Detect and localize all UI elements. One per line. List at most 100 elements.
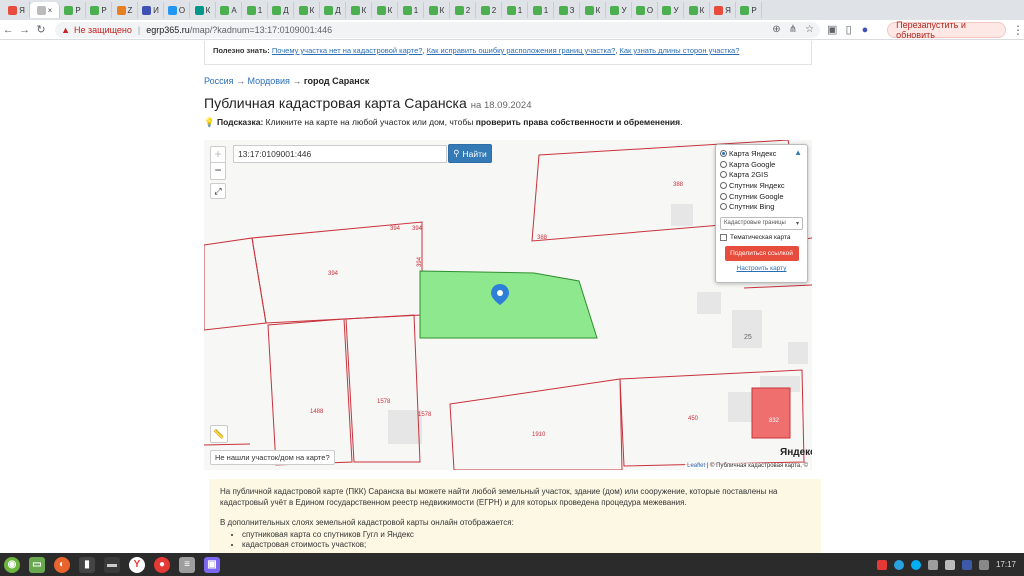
radio-icon[interactable] — [720, 171, 727, 179]
extension-icon[interactable]: ▣ — [824, 23, 840, 36]
not-found-button[interactable]: Не нашли участок/дом на карте? — [210, 450, 335, 465]
browser-tab[interactable]: К — [580, 2, 606, 18]
browser-tab[interactable]: 1 — [502, 2, 528, 18]
browser-tab[interactable]: К — [190, 2, 216, 18]
browser-tab[interactable]: К — [684, 2, 710, 18]
browser-tab[interactable]: Z — [112, 2, 138, 18]
chevron-up-icon[interactable]: ▲ — [794, 148, 802, 157]
search-button[interactable]: ⚲ Найти — [448, 144, 492, 163]
selected-parcel[interactable] — [419, 270, 598, 339]
start-menu-icon[interactable]: ◉ — [4, 556, 20, 573]
leaflet-link[interactable]: Leaflet — [687, 463, 705, 469]
browser-tab[interactable]: И — [138, 2, 164, 18]
yandex-browser-icon[interactable]: Y — [129, 556, 145, 573]
tab-label: Р — [75, 5, 81, 15]
radio-icon[interactable] — [720, 181, 727, 189]
hint-label: Подсказка: — [216, 117, 264, 127]
setup-map-link[interactable]: Настроить карту — [720, 265, 803, 272]
ruler-icon[interactable]: 📏 — [210, 425, 228, 443]
cadastral-map[interactable]: 394 394 394 394 388 388 1488 1578 1578 1… — [204, 140, 812, 470]
skype-icon[interactable] — [910, 559, 921, 570]
tab-label: Р — [751, 5, 757, 15]
browser-tab[interactable]: 2 — [450, 2, 476, 18]
browser-tab[interactable]: Р — [736, 2, 762, 18]
cadastral-layer-select[interactable]: Кадастровые границы ▾ — [720, 217, 803, 231]
firefox-icon[interactable]: ◐ — [54, 556, 70, 573]
browser-tab[interactable]: Я — [710, 2, 736, 18]
folder-icon[interactable]: ▬ — [104, 556, 120, 573]
browser-tab[interactable]: 1 — [242, 2, 268, 18]
browser-tab[interactable]: × — [30, 2, 60, 18]
info-link-side-lengths[interactable]: Как узнать длины сторон участка? — [620, 46, 740, 55]
radio-icon[interactable] — [720, 192, 727, 200]
browser-tab[interactable]: 2 — [476, 2, 502, 18]
chrome-icon[interactable]: ● — [154, 556, 170, 573]
radio-icon[interactable] — [720, 203, 727, 211]
sidebar-icon[interactable]: ▯ — [840, 23, 856, 36]
browser-tab[interactable]: К — [372, 2, 398, 18]
breadcrumb-russia[interactable]: Россия — [204, 76, 234, 86]
checkbox-icon[interactable] — [720, 234, 727, 242]
info-box: Полезно знать: Почему участка нет на кад… — [204, 41, 812, 65]
bookmark-star-icon[interactable]: ☆ — [805, 24, 814, 35]
share-link-button[interactable]: Поделиться ссылкой — [724, 246, 799, 262]
info-link-missing-parcel[interactable]: Почему участка нет на кадастровой карте? — [272, 46, 423, 55]
document-icon[interactable]: ≡ — [179, 556, 195, 573]
layer-option-2gis-map[interactable]: Карта 2GIS — [720, 169, 803, 180]
anydesk-icon[interactable] — [876, 559, 887, 570]
layer-option-google-satellite[interactable]: Спутник Google — [720, 191, 803, 202]
thematic-map-toggle[interactable]: Тематическая карта — [720, 234, 803, 242]
keyboard-layout-icon[interactable] — [961, 559, 972, 570]
files-icon[interactable]: ▭ — [29, 556, 45, 573]
zoom-out-button[interactable]: − — [211, 163, 225, 179]
browser-tab[interactable]: Р — [60, 2, 86, 18]
radio-icon[interactable] — [720, 149, 727, 157]
restart-update-button[interactable]: Перезапустить и обновить — [887, 20, 1007, 40]
address-bar[interactable]: ▲ Не защищено | egrp365.ru/map/?kadnum=1… — [55, 21, 821, 38]
screenshot-app-icon[interactable]: ▣ — [204, 556, 220, 573]
list-item: спутниковая карта со спутников Гугл и Ян… — [242, 530, 810, 541]
breadcrumb-mordovia[interactable]: Мордовия — [248, 76, 290, 86]
browser-tab[interactable]: Д — [320, 2, 346, 18]
building-shape — [732, 310, 762, 348]
tab-favicon-icon — [454, 5, 464, 15]
fullscreen-icon[interactable]: ⤢ — [210, 183, 226, 199]
reload-icon[interactable]: ↻ — [33, 23, 49, 36]
browser-tab[interactable]: Я — [4, 2, 30, 18]
menu-icon[interactable]: ⋮ — [1012, 23, 1024, 37]
shield-icon[interactable] — [927, 559, 938, 570]
radio-icon[interactable] — [720, 160, 727, 168]
info-link-fix-boundary[interactable]: Как исправить ошибку расположения границ… — [427, 46, 616, 55]
browser-tab[interactable]: Д — [268, 2, 294, 18]
browser-tab[interactable]: К — [346, 2, 372, 18]
layer-option-yandex-satellite[interactable]: Спутник Яндекс — [720, 180, 803, 191]
terminal-icon[interactable]: ▮ — [79, 556, 95, 573]
layer-option-bing-satellite[interactable]: Спутник Bing — [720, 201, 803, 212]
share-icon[interactable]: ⋔ — [789, 24, 797, 35]
volume-icon[interactable] — [978, 559, 989, 570]
layer-option-google-map[interactable]: Карта Google — [720, 159, 803, 170]
telegram-icon[interactable] — [893, 559, 904, 570]
browser-tab[interactable]: К — [424, 2, 450, 18]
tab-favicon-icon — [167, 5, 177, 15]
browser-tab[interactable]: У — [658, 2, 684, 18]
browser-tab[interactable]: У — [606, 2, 632, 18]
layer-option-yandex-map[interactable]: Карта Яндекс — [720, 148, 803, 159]
tab-favicon-icon — [506, 5, 516, 15]
back-icon[interactable]: ← — [0, 24, 16, 36]
browser-tab[interactable]: К — [294, 2, 320, 18]
cadastral-number-input[interactable] — [233, 145, 447, 163]
network-icon[interactable] — [944, 559, 955, 570]
browser-tab[interactable]: З — [554, 2, 580, 18]
profile-avatar-icon[interactable]: ● — [857, 24, 873, 36]
zoom-in-button[interactable]: + — [211, 147, 225, 163]
browser-tab[interactable]: Р — [86, 2, 112, 18]
translate-icon[interactable]: ⊕ — [772, 24, 780, 35]
browser-tab[interactable]: О — [164, 2, 190, 18]
browser-tab[interactable]: 1 — [398, 2, 424, 18]
browser-tab[interactable]: 1 — [528, 2, 554, 18]
building-832[interactable] — [751, 387, 791, 439]
forward-icon[interactable]: → — [16, 24, 32, 36]
browser-tab[interactable]: О — [632, 2, 658, 18]
browser-tab[interactable]: А — [216, 2, 242, 18]
